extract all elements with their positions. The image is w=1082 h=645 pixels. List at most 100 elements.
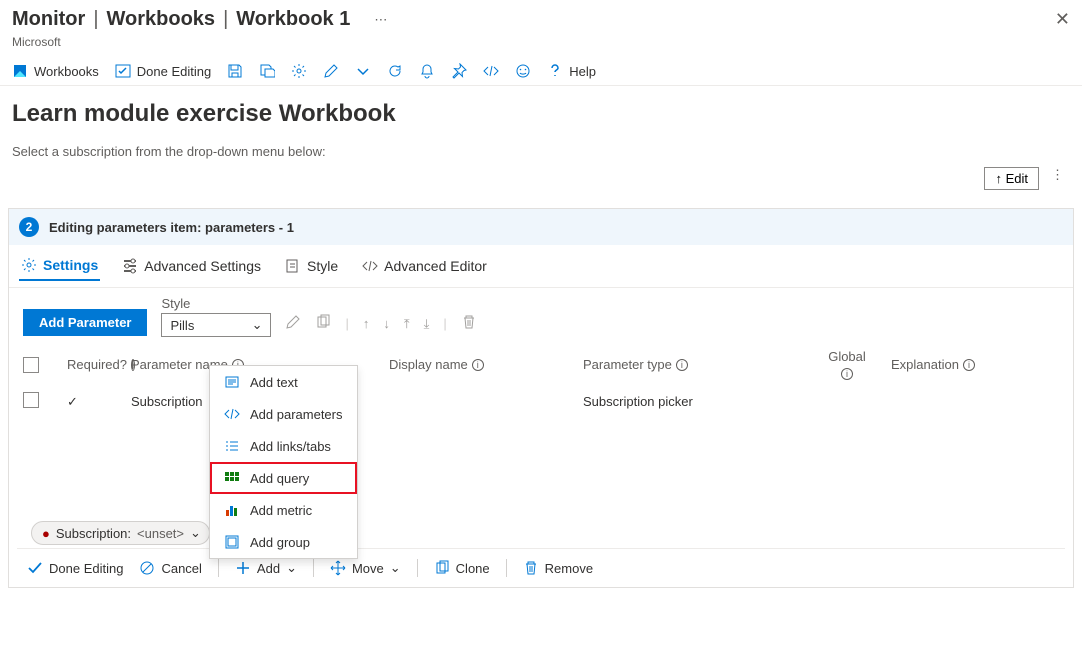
footer-done-label: Done Editing — [49, 561, 123, 576]
pill-value: <unset> — [137, 526, 184, 541]
tab-style[interactable]: Style — [283, 252, 340, 280]
workbooks-label: Workbooks — [34, 64, 99, 79]
separator: | — [443, 316, 446, 331]
style-select[interactable]: Pills ⌄ — [161, 313, 271, 337]
param-table: Required?i Parameter name i Display name… — [9, 343, 1073, 415]
more-edit-icon[interactable]: ⋮ — [1051, 167, 1064, 190]
add-text-item[interactable]: Add text — [210, 366, 357, 398]
chevron-down-icon: ⌄ — [286, 560, 297, 576]
footer-clone-label: Clone — [456, 561, 490, 576]
table-row[interactable]: ✓ Subscription Subscription picker — [23, 388, 1059, 415]
editor-tabs: Settings Advanced Settings Style Advance… — [9, 245, 1073, 288]
command-bar: Workbooks Done Editing Help — [0, 57, 1082, 86]
feedback-icon[interactable] — [515, 63, 531, 79]
editor-item-name: parameters - 1 — [205, 220, 294, 235]
chevron-down-icon[interactable] — [355, 63, 371, 79]
breadcrumb-sep: | — [93, 8, 98, 31]
save-as-icon[interactable] — [259, 63, 275, 79]
footer-done-editing[interactable]: Done Editing — [27, 560, 123, 576]
pill-label: Subscription: — [56, 526, 131, 541]
footer-remove-label: Remove — [545, 561, 593, 576]
edit-button[interactable]: ↑ Edit — [984, 167, 1039, 190]
info-icon[interactable]: i — [676, 359, 688, 371]
col-param-type: Parameter type — [583, 357, 672, 372]
done-editing-button[interactable]: Done Editing — [115, 63, 211, 79]
row-checkbox[interactable] — [23, 392, 39, 408]
info-icon[interactable]: i — [963, 359, 975, 371]
breadcrumb-monitor[interactable]: Monitor — [12, 8, 85, 31]
refresh-icon[interactable] — [387, 63, 403, 79]
edit-param-icon[interactable] — [285, 314, 301, 333]
close-icon[interactable]: ✕ — [1055, 9, 1070, 30]
help-button[interactable]: Help — [547, 63, 596, 79]
row-param-type: Subscription picker — [583, 394, 803, 409]
param-toolbar: Add Parameter Style Pills ⌄ | ↑ ↓ ⤒ ⤓ | — [9, 288, 1073, 343]
copy-icon[interactable] — [315, 314, 331, 333]
add-parameters-item[interactable]: Add parameters — [210, 398, 357, 430]
alert-icon: ● — [42, 526, 50, 541]
workbooks-button[interactable]: Workbooks — [12, 63, 99, 79]
org-label: Microsoft — [0, 35, 1082, 57]
pin-dashboard-icon[interactable] — [451, 63, 467, 79]
add-menu: Add text Add parameters Add links/tabs A… — [209, 365, 358, 559]
tab-style-label: Style — [307, 258, 338, 274]
footer-move[interactable]: Move⌄ — [330, 560, 401, 576]
editor-heading-prefix: Editing parameters item: — [49, 220, 205, 235]
tab-advanced[interactable]: Advanced Settings — [120, 252, 263, 280]
col-explanation: Explanation — [891, 357, 959, 372]
editor-section: 2 Editing parameters item: parameters - … — [8, 208, 1074, 588]
subscription-pill[interactable]: ● Subscription: <unset> ⌄ — [31, 521, 210, 545]
footer-add[interactable]: Add ⌄ — [235, 560, 297, 576]
edit-button-label: ↑ Edit — [995, 171, 1028, 186]
add-query-item[interactable]: Add query — [210, 462, 357, 494]
editor-footer: Done Editing Cancel Add ⌄ Move⌄ Clone Rem… — [17, 548, 1065, 587]
chevron-down-icon: ⌄ — [252, 317, 263, 333]
chevron-down-icon: ⌄ — [190, 525, 201, 541]
more-icon[interactable]: ⋯ — [374, 12, 387, 28]
add-links-item[interactable]: Add links/tabs — [210, 430, 357, 462]
add-params-label: Add parameters — [250, 407, 343, 422]
info-icon[interactable]: i — [841, 368, 853, 380]
footer-add-label: Add — [257, 561, 280, 576]
step-badge: 2 — [19, 217, 39, 237]
edit-icon[interactable] — [323, 63, 339, 79]
move-top-icon[interactable]: ⤒ — [404, 316, 410, 332]
bell-icon[interactable] — [419, 63, 435, 79]
breadcrumb-workbooks[interactable]: Workbooks — [107, 8, 216, 31]
move-down-icon[interactable]: ↓ — [383, 316, 390, 331]
tab-adv-editor[interactable]: Advanced Editor — [360, 252, 489, 280]
add-metric-item[interactable]: Add metric — [210, 494, 357, 526]
info-icon[interactable]: i — [472, 359, 484, 371]
page-title: Learn module exercise Workbook — [0, 86, 1082, 136]
select-all-checkbox[interactable] — [23, 357, 39, 373]
required-check-icon: ✓ — [67, 394, 127, 410]
done-editing-label: Done Editing — [137, 64, 211, 79]
footer-remove[interactable]: Remove — [523, 560, 593, 576]
add-group-label: Add group — [250, 535, 310, 550]
save-icon[interactable] — [227, 63, 243, 79]
move-up-icon[interactable]: ↑ — [363, 316, 370, 331]
delete-icon[interactable] — [461, 314, 477, 333]
add-parameter-button[interactable]: Add Parameter — [23, 309, 147, 336]
col-global: Global — [828, 349, 866, 364]
col-required: Required? — [67, 357, 127, 372]
add-metric-label: Add metric — [250, 503, 312, 518]
footer-clone[interactable]: Clone — [434, 560, 490, 576]
param-table-head: Required?i Parameter name i Display name… — [23, 343, 1059, 388]
separator: | — [345, 316, 348, 331]
code-icon[interactable] — [483, 63, 499, 79]
footer-cancel[interactable]: Cancel — [139, 560, 201, 576]
add-query-label: Add query — [250, 471, 309, 486]
tab-settings[interactable]: Settings — [19, 251, 100, 281]
breadcrumb-current: Workbook 1 — [236, 8, 350, 31]
tab-advanced-label: Advanced Settings — [144, 258, 261, 274]
style-field-label: Style — [161, 296, 271, 311]
tab-adv-editor-label: Advanced Editor — [384, 258, 487, 274]
move-bottom-icon[interactable]: ⤓ — [424, 316, 430, 332]
tab-settings-label: Settings — [43, 257, 98, 273]
add-group-item[interactable]: Add group — [210, 526, 357, 558]
col-display-name: Display name — [389, 357, 468, 372]
breadcrumb-sep: | — [223, 8, 228, 31]
gear-icon[interactable] — [291, 63, 307, 79]
editor-header: 2 Editing parameters item: parameters - … — [9, 209, 1073, 245]
